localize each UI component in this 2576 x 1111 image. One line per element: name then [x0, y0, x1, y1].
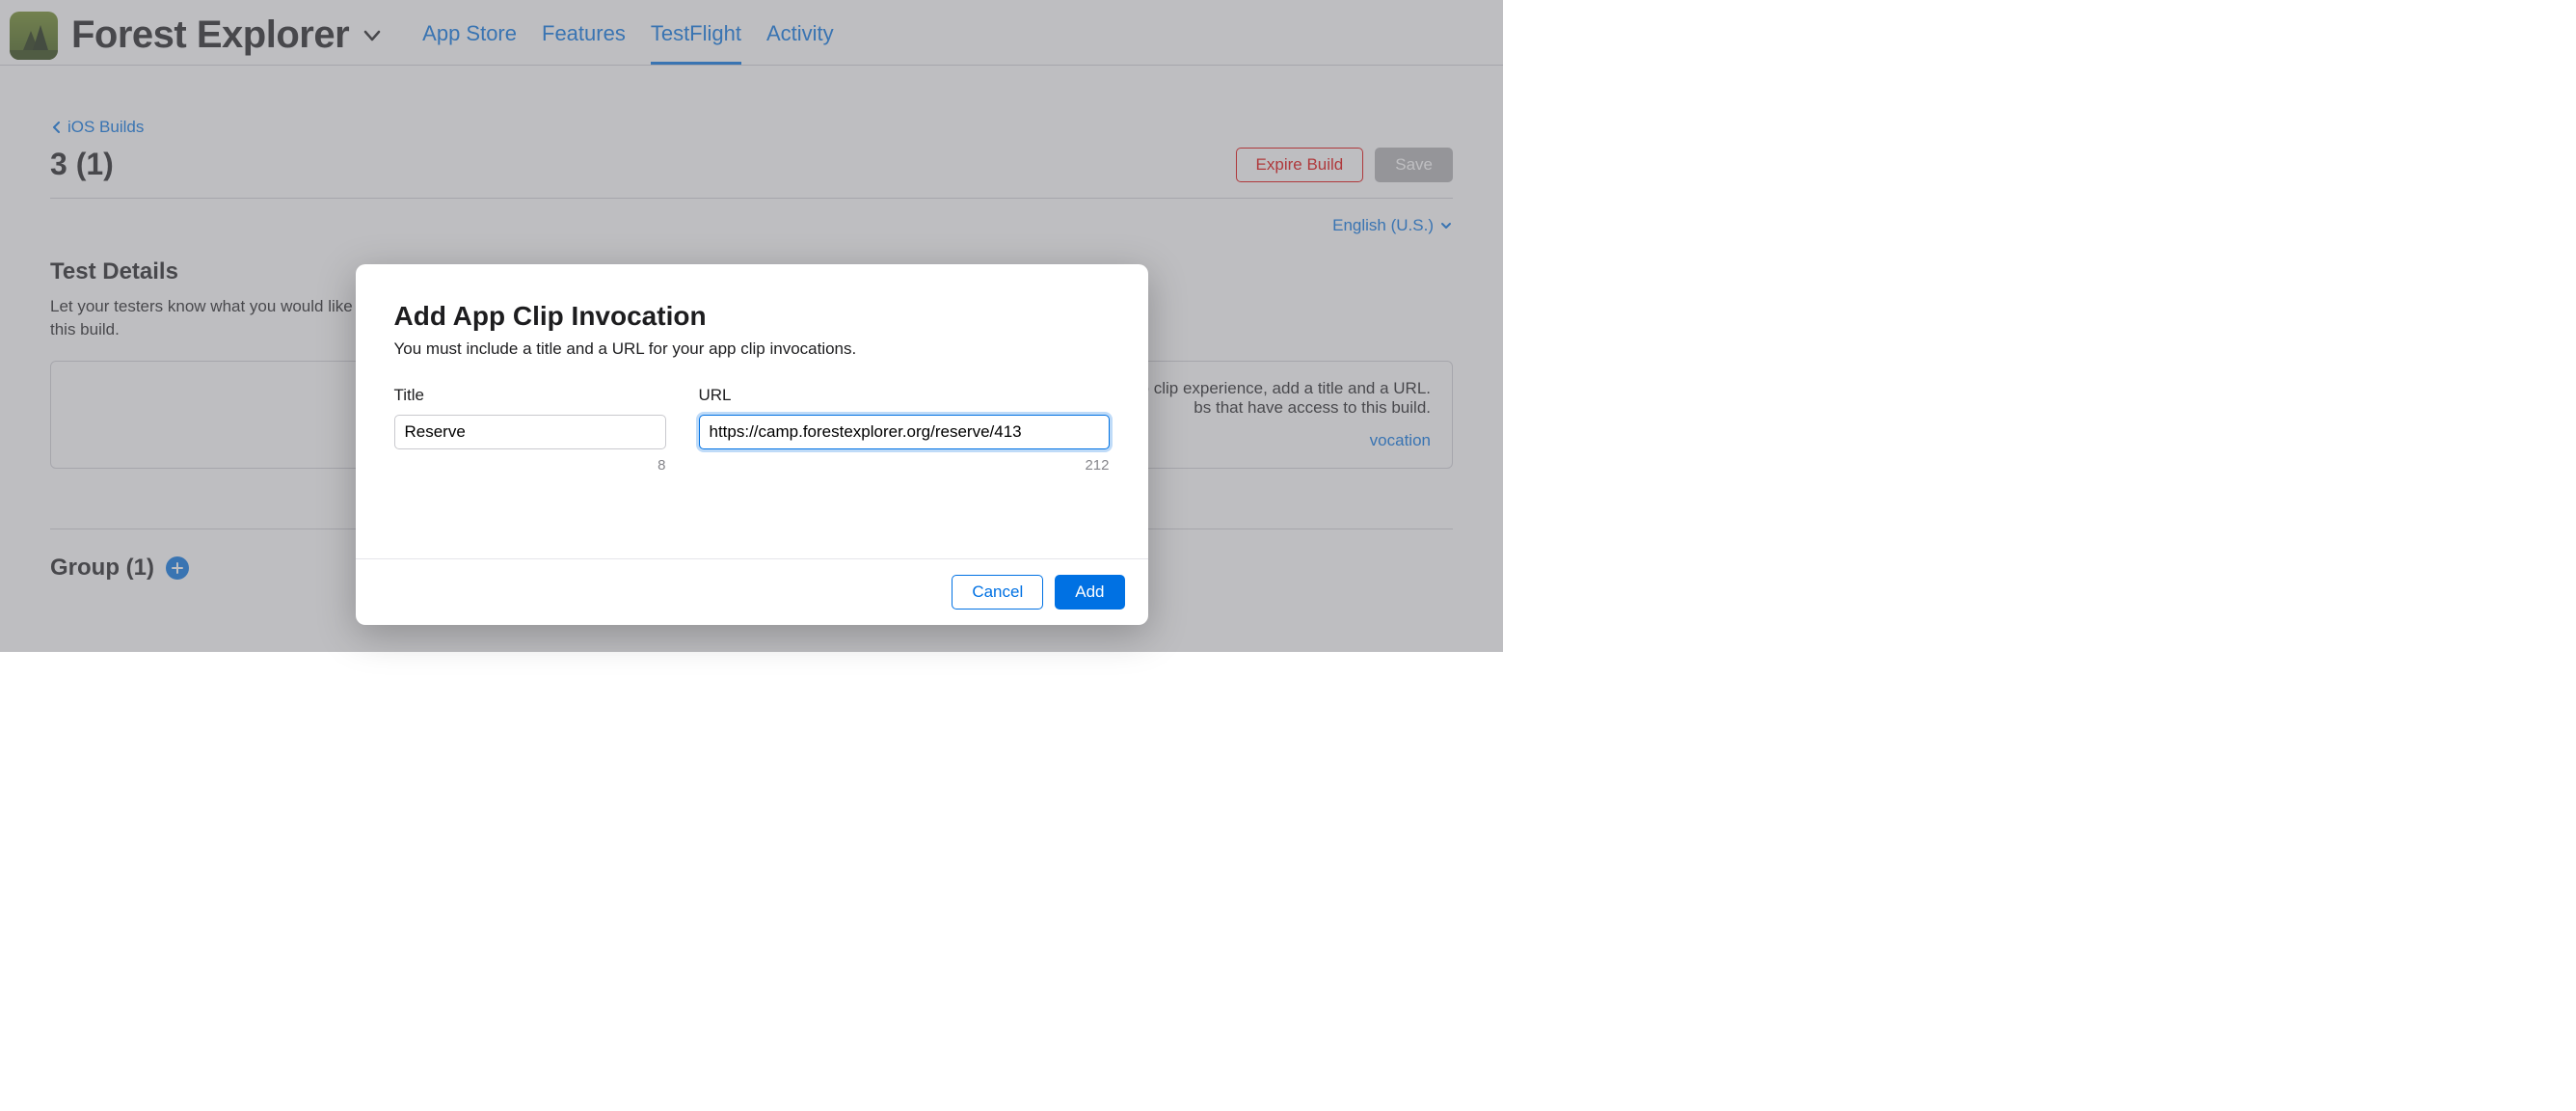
title-field: Title 8	[394, 386, 666, 474]
title-field-label: Title	[394, 386, 666, 405]
modal-fields: Title 8 URL 212	[394, 386, 1110, 474]
url-input[interactable]	[699, 415, 1110, 449]
modal-body: Add App Clip Invocation You must include…	[356, 264, 1148, 558]
url-field-label: URL	[699, 386, 1110, 405]
add-invocation-modal: Add App Clip Invocation You must include…	[356, 264, 1148, 625]
title-input[interactable]	[394, 415, 666, 449]
title-counter: 8	[394, 457, 666, 474]
add-button[interactable]: Add	[1055, 575, 1124, 610]
cancel-label: Cancel	[972, 583, 1023, 602]
cancel-button[interactable]: Cancel	[952, 575, 1043, 610]
url-counter: 212	[699, 457, 1110, 474]
modal-footer: Cancel Add	[356, 558, 1148, 625]
modal-title: Add App Clip Invocation	[394, 301, 1110, 332]
modal-subtitle: You must include a title and a URL for y…	[394, 339, 1110, 359]
add-label: Add	[1075, 583, 1104, 602]
url-field: URL 212	[699, 386, 1110, 474]
